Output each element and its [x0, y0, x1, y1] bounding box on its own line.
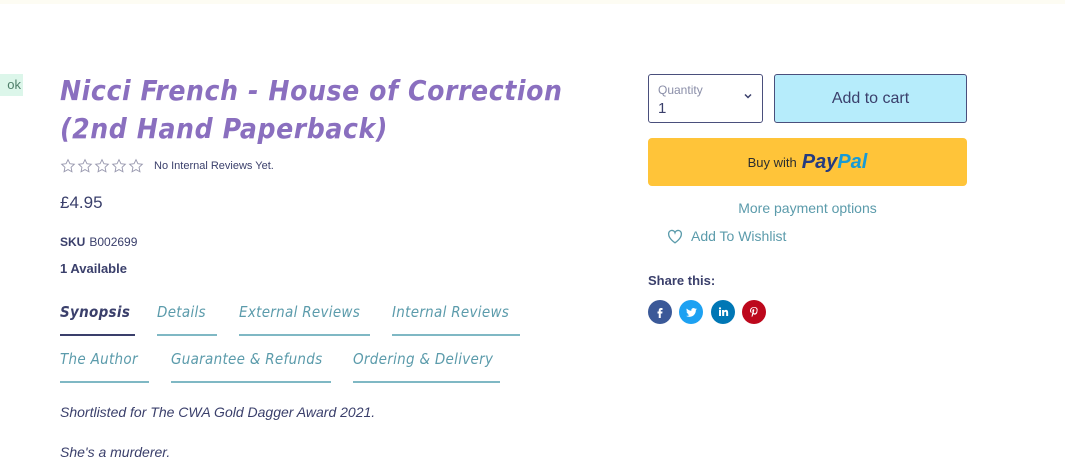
facebook-share-button[interactable] [648, 300, 672, 324]
sku-value: B002699 [89, 235, 138, 249]
tab-synopsis[interactable]: Synopsis [60, 302, 135, 336]
linkedin-icon [718, 307, 729, 316]
tab-details[interactable]: Details [157, 302, 217, 336]
paypal-buy-with-label: Buy with [747, 154, 797, 170]
rating-stars [60, 158, 144, 174]
product-title: Nicci French - House of Correction (2nd … [60, 74, 563, 145]
pinterest-icon [750, 307, 758, 318]
heart-icon [667, 229, 683, 244]
star-empty-icon [111, 158, 127, 173]
paypal-button[interactable]: Buy with PayPal [648, 138, 967, 186]
add-to-cart-button[interactable]: Add to cart [774, 74, 967, 123]
star-empty-icon [60, 158, 76, 173]
more-payment-options-link[interactable]: More payment options [648, 200, 967, 216]
quantity-label: Quantity [658, 83, 703, 97]
twitter-share-button[interactable] [679, 300, 703, 324]
facebook-icon [657, 308, 663, 318]
quantity-value: 1 [658, 100, 667, 117]
linkedin-share-button[interactable] [711, 300, 735, 324]
sku-label: SKU [60, 235, 86, 249]
add-to-wishlist-button[interactable]: Add To Wishlist [667, 228, 786, 244]
share-title: Share this: [648, 273, 716, 288]
synopsis-line-2: She's a murderer. [60, 444, 171, 460]
star-empty-icon [77, 158, 93, 173]
star-empty-icon [94, 158, 110, 173]
synopsis-line-1: Shortlisted for The CWA Gold Dagger Awar… [60, 404, 376, 420]
edge-badge[interactable]: ok [0, 74, 23, 96]
tab-ordering-delivery[interactable]: Ordering & Delivery [353, 349, 500, 383]
tab-the-author[interactable]: The Author [60, 349, 149, 383]
quantity-select[interactable]: Quantity 1 [648, 74, 763, 123]
sku: SKU B002699 [60, 235, 137, 249]
top-bar [0, 0, 1065, 4]
product-price: £4.95 [60, 193, 103, 212]
reviews-summary[interactable]: No Internal Reviews Yet. [154, 160, 274, 172]
paypal-logo: PayPal [801, 150, 868, 173]
star-empty-icon [128, 158, 144, 173]
tab-guarantee-refunds[interactable]: Guarantee & Refunds [171, 349, 331, 383]
pinterest-share-button[interactable] [742, 300, 766, 324]
wishlist-label: Add To Wishlist [691, 228, 787, 244]
availability: 1 Available [60, 261, 127, 276]
tab-external-reviews[interactable]: External Reviews [239, 302, 370, 336]
chevron-down-icon [744, 93, 752, 99]
tab-internal-reviews[interactable]: Internal Reviews [392, 302, 520, 336]
twitter-icon [685, 307, 697, 317]
